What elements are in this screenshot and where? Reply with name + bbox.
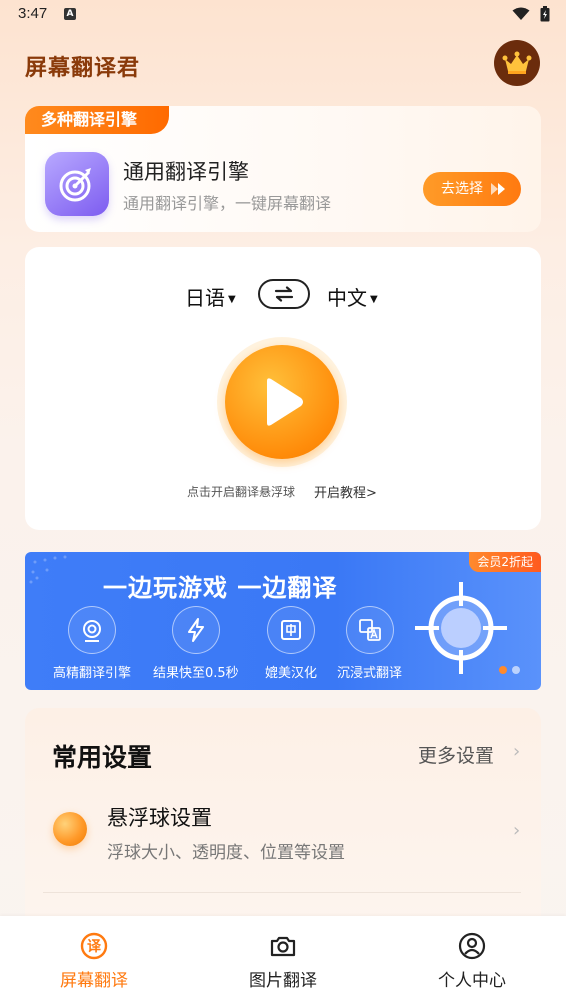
- float-ball-settings-description: 浮球大小、透明度、位置等设置: [107, 843, 345, 863]
- play-button-core: [225, 345, 339, 459]
- banner-feature: 结果快至0.5秒: [153, 606, 239, 681]
- banner-feature-label: 高精翻译引擎: [53, 666, 132, 681]
- banner-dot-active: [499, 666, 507, 674]
- status-time: 3:47: [18, 5, 48, 22]
- banner-feature-label: 媲美汉化: [265, 666, 318, 681]
- float-ball-settings-title[interactable]: 悬浮球设置: [107, 802, 212, 832]
- more-settings-link[interactable]: 更多设置: [418, 741, 494, 768]
- app-title: 屏幕翻译君: [25, 56, 141, 81]
- engine-card[interactable]: 多种翻译引擎 通用翻译引擎 通用翻译引擎，一键屏幕翻译 去选择: [25, 106, 541, 232]
- wifi-icon: [512, 7, 530, 20]
- user-icon: [458, 932, 486, 960]
- translate-icon: [345, 606, 394, 654]
- banner-feature-label: 结果快至0.5秒: [153, 666, 239, 681]
- lightning-icon: [171, 606, 220, 654]
- select-engine-button[interactable]: 去选择: [423, 172, 521, 206]
- target-language-select[interactable]: 中文 ▼: [327, 282, 378, 311]
- engine-description: 通用翻译引擎，一键屏幕翻译: [123, 194, 332, 213]
- caret-down-icon: ▼: [228, 294, 236, 305]
- tab-image-translate[interactable]: 图片翻译: [213, 932, 353, 991]
- svg-text:译: 译: [87, 939, 102, 955]
- swap-icon: [274, 286, 294, 302]
- nav-label: 个人中心: [438, 971, 506, 991]
- chinese-icon: [267, 606, 315, 654]
- camera-icon: [270, 936, 296, 957]
- decoration-dots: [29, 555, 67, 584]
- tab-personal-center[interactable]: 个人中心: [402, 932, 542, 991]
- precision-icon: [68, 606, 116, 654]
- tab-screen-translate[interactable]: 译 屏幕翻译: [24, 932, 164, 991]
- nav-label: 图片翻译: [249, 971, 317, 991]
- nav-label: 屏幕翻译: [60, 971, 128, 991]
- start-float-ball-button[interactable]: [217, 337, 347, 467]
- bottom-nav: 译 屏幕翻译 图片翻译 个人中心: [0, 916, 566, 1006]
- play-icon: [267, 378, 303, 426]
- vip-button[interactable]: [494, 40, 540, 86]
- swap-language-button[interactable]: [258, 279, 310, 309]
- promo-banner[interactable]: 会员2折起 一边玩游戏 一边翻译 高精翻译引擎 结果快至0.5秒 媲美汉化 沉浸…: [25, 552, 541, 690]
- float-ball-hint: 点击开启翻译悬浮球: [187, 485, 296, 499]
- banner-feature-label: 沉浸式翻译: [337, 666, 403, 681]
- banner-feature: 沉浸式翻译: [337, 606, 402, 681]
- divider: [43, 892, 521, 893]
- target-language-label: 中文: [327, 286, 367, 310]
- caret-down-icon: ▼: [370, 294, 378, 305]
- settings-title: 常用设置: [52, 743, 153, 772]
- banner-badge: 会员2折起: [469, 552, 541, 572]
- banner-feature: 媲美汉化: [265, 606, 317, 681]
- arrow-right-icon: [491, 183, 505, 195]
- crown-icon: [502, 51, 532, 74]
- status-bar: 3:47 A: [0, 0, 566, 30]
- engine-tag: 多种翻译引擎: [25, 106, 169, 134]
- tutorial-link[interactable]: 开启教程>: [314, 482, 377, 501]
- float-ball-icon: [53, 812, 87, 846]
- select-engine-label: 去选择: [441, 181, 483, 197]
- banner-title: 一边玩游戏 一边翻译: [103, 574, 338, 602]
- banner-dot: [512, 666, 520, 674]
- notification-icon: A: [64, 8, 76, 20]
- crosshair-icon: [415, 582, 507, 674]
- target-icon: [45, 152, 109, 216]
- banner-pagination: [499, 666, 520, 674]
- source-language-select[interactable]: 日语 ▼: [185, 282, 236, 311]
- translate-card: 日语 ▼ 中文 ▼ 点击开启翻译悬浮球 开启教程>: [25, 247, 541, 530]
- translate-circle-icon: 译: [80, 932, 108, 960]
- engine-name: 通用翻译引擎: [123, 160, 249, 184]
- banner-feature: 高精翻译引擎: [53, 606, 131, 681]
- chevron-right-icon: ›: [513, 741, 521, 762]
- chevron-right-icon[interactable]: ›: [513, 820, 520, 841]
- source-language-label: 日语: [185, 286, 225, 310]
- battery-icon: [540, 6, 550, 22]
